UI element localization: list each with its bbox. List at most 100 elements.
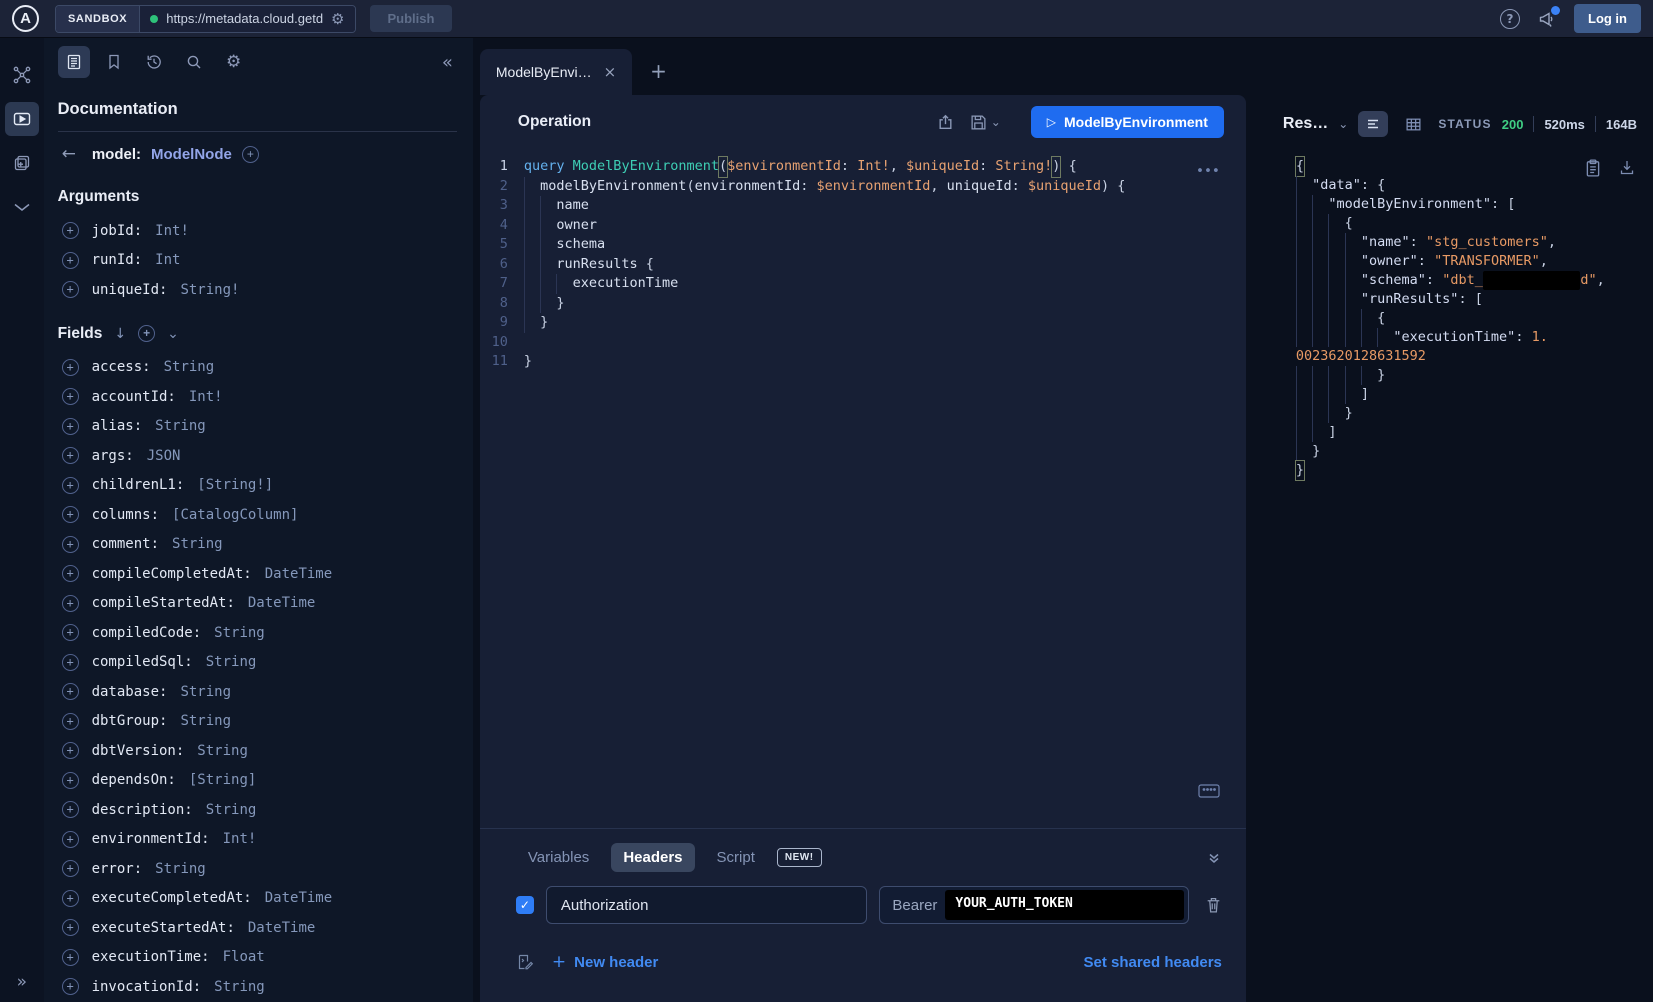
add-to-query-icon[interactable]: + [62, 978, 79, 995]
field-type[interactable]: JSON [147, 448, 181, 464]
save-options-chevron-icon[interactable]: ⌄ [991, 115, 1001, 129]
field-type[interactable]: DateTime [248, 920, 315, 936]
query-editor[interactable]: 1query ModelByEnvironment($environmentId… [480, 149, 1246, 828]
endpoint-url[interactable]: https://metadata.cloud.getd [166, 11, 323, 26]
header-enabled-checkbox[interactable]: ✓ [516, 896, 534, 914]
add-to-query-icon[interactable]: + [62, 418, 79, 435]
field-type[interactable]: String [214, 625, 265, 641]
collapse-panel-icon[interactable] [1206, 850, 1222, 866]
help-icon[interactable]: ? [1500, 9, 1520, 29]
response-body[interactable]: { "data": { "modelByEnvironment": [ { "n… [1259, 143, 1653, 1002]
endpoint-url-container[interactable]: https://metadata.cloud.getd ⚙ [140, 6, 354, 32]
endpoint-settings-icon[interactable]: ⚙ [331, 10, 344, 28]
add-to-query-icon[interactable]: + [62, 890, 79, 907]
search-icon[interactable] [178, 46, 210, 78]
graph-schema-icon[interactable] [5, 58, 39, 92]
run-operation-button[interactable]: ▷ ModelByEnvironment [1031, 106, 1224, 138]
field-type[interactable]: Int! [189, 389, 223, 405]
add-field-icon[interactable]: + [242, 146, 259, 163]
add-to-query-icon[interactable]: + [62, 477, 79, 494]
field-type[interactable]: Int! [223, 831, 257, 847]
field-row[interactable]: +executionTime:Float [62, 949, 457, 966]
field-row[interactable]: +database:String [62, 683, 457, 700]
add-to-query-icon[interactable]: + [62, 831, 79, 848]
field-row[interactable]: +error:String [62, 860, 457, 877]
formatted-view-icon[interactable] [1358, 111, 1388, 137]
field-type[interactable]: String [172, 536, 223, 552]
add-to-query-icon[interactable]: + [62, 683, 79, 700]
preflight-script-icon[interactable] [516, 953, 534, 971]
field-type[interactable]: DateTime [265, 566, 332, 582]
field-type[interactable]: [CatalogColumn] [172, 507, 298, 523]
header-value-input[interactable]: Bearer YOUR_AUTH_TOKEN [879, 886, 1189, 924]
response-dropdown-chevron-icon[interactable]: ⌄ [1338, 117, 1348, 131]
add-to-query-icon[interactable]: + [62, 772, 79, 789]
fields-options-chevron-icon[interactable]: ⌄ [167, 326, 179, 342]
field-row[interactable]: +dbtVersion:String [62, 742, 457, 759]
announcements-icon[interactable] [1538, 10, 1556, 28]
editor-menu-icon[interactable]: ••• [1196, 163, 1220, 179]
field-row[interactable]: +uniqueId:String! [62, 281, 457, 298]
share-icon[interactable] [937, 114, 954, 131]
field-row[interactable]: +compileCompletedAt:DateTime [62, 565, 457, 582]
field-row[interactable]: +alias:String [62, 418, 457, 435]
field-type[interactable]: String! [180, 282, 239, 298]
add-to-query-icon[interactable]: + [62, 742, 79, 759]
checks-icon[interactable] [5, 190, 39, 224]
login-button[interactable]: Log in [1574, 4, 1641, 33]
expand-rail-icon[interactable]: » [17, 972, 27, 992]
field-row[interactable]: +description:String [62, 801, 457, 818]
close-tab-icon[interactable]: × [604, 63, 617, 81]
field-type[interactable]: DateTime [248, 595, 315, 611]
table-view-icon[interactable] [1398, 111, 1428, 137]
field-row[interactable]: +jobId:Int! [62, 222, 457, 239]
sort-fields-icon[interactable]: ↓ [114, 326, 126, 342]
field-type[interactable]: String [155, 418, 206, 434]
field-row[interactable]: +dependsOn:[String] [62, 772, 457, 789]
collapse-sidebar-icon[interactable]: « [442, 52, 453, 73]
field-row[interactable]: +accountId:Int! [62, 388, 457, 405]
field-type[interactable]: Int [155, 252, 180, 268]
field-row[interactable]: +executeCompletedAt:DateTime [62, 890, 457, 907]
field-row[interactable]: +invocationId:String [62, 978, 457, 995]
changelog-icon[interactable] [5, 146, 39, 180]
download-response-icon[interactable] [1619, 159, 1635, 177]
field-row[interactable]: +columns:[CatalogColumn] [62, 506, 457, 523]
keyboard-shortcuts-icon[interactable] [1198, 784, 1220, 798]
set-shared-headers-link[interactable]: Set shared headers [1083, 954, 1221, 971]
history-icon[interactable] [138, 46, 170, 78]
add-to-query-icon[interactable]: + [62, 595, 79, 612]
field-type[interactable]: [String!] [197, 477, 273, 493]
field-type[interactable]: [String] [189, 772, 256, 788]
operation-tab[interactable]: ModelByEnvi… × [480, 49, 632, 95]
field-type[interactable]: String [206, 802, 257, 818]
field-row[interactable]: +args:JSON [62, 447, 457, 464]
tab-script[interactable]: Script [705, 843, 767, 872]
add-all-fields-icon[interactable]: + [138, 325, 155, 342]
field-type[interactable]: DateTime [265, 890, 332, 906]
add-to-query-icon[interactable]: + [62, 860, 79, 877]
add-to-query-icon[interactable]: + [62, 713, 79, 730]
add-to-query-icon[interactable]: + [62, 801, 79, 818]
back-arrow-icon[interactable]: ← [62, 144, 76, 164]
add-to-query-icon[interactable]: + [62, 949, 79, 966]
field-row[interactable]: +childrenL1:[String!] [62, 477, 457, 494]
field-row[interactable]: +access:String [62, 359, 457, 376]
field-type[interactable]: Float [223, 949, 265, 965]
field-type[interactable]: String [180, 684, 231, 700]
copy-response-icon[interactable] [1585, 159, 1601, 177]
new-tab-icon[interactable]: + [650, 59, 667, 83]
field-type[interactable]: String [197, 743, 248, 759]
save-icon[interactable] [970, 114, 987, 131]
field-type[interactable]: String [180, 713, 231, 729]
breadcrumb-type[interactable]: ModelNode [151, 146, 232, 163]
add-to-query-icon[interactable]: + [62, 565, 79, 582]
add-to-query-icon[interactable]: + [62, 359, 79, 376]
field-row[interactable]: +executeStartedAt:DateTime [62, 919, 457, 936]
endpoint-chip[interactable]: SANDBOX https://metadata.cloud.getd ⚙ [55, 5, 356, 33]
bookmark-icon[interactable] [98, 46, 130, 78]
add-to-query-icon[interactable]: + [62, 447, 79, 464]
add-to-query-icon[interactable]: + [62, 281, 79, 298]
add-to-query-icon[interactable]: + [62, 919, 79, 936]
add-to-query-icon[interactable]: + [62, 506, 79, 523]
